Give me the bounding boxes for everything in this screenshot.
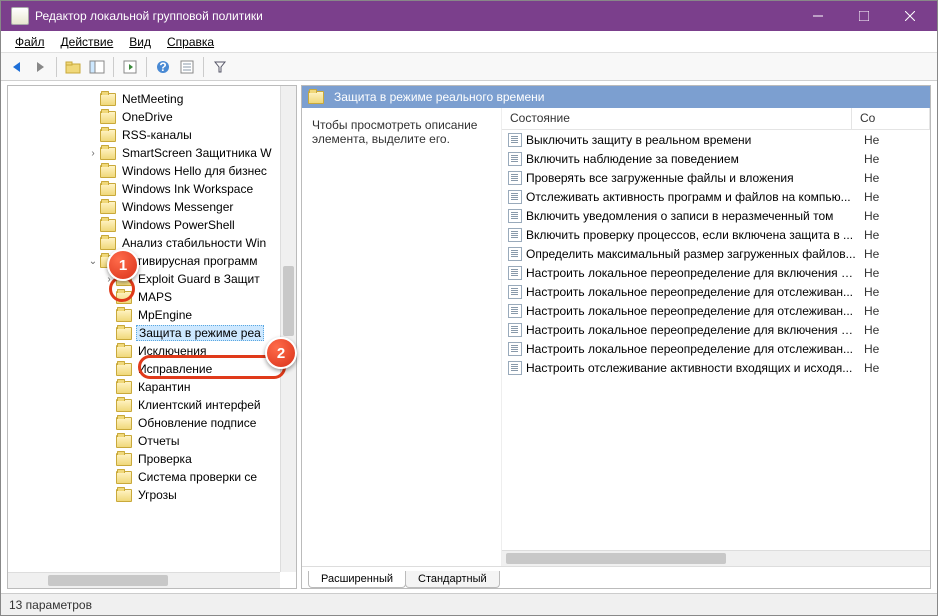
- policy-icon: [508, 266, 522, 280]
- status-bar: 13 параметров: [1, 593, 937, 615]
- tree-item[interactable]: Windows Ink Workspace: [8, 180, 296, 198]
- tree-pane[interactable]: NetMeetingOneDriveRSS-каналы›SmartScreen…: [7, 85, 297, 589]
- policy-icon: [508, 171, 522, 185]
- view-tabs: Расширенный Стандартный: [302, 566, 930, 588]
- column-state2[interactable]: Со: [852, 108, 930, 129]
- minimize-button[interactable]: [795, 1, 841, 31]
- list-item[interactable]: Проверять все загруженные файлы и вложен…: [502, 168, 930, 187]
- titlebar: Редактор локальной групповой политики: [1, 1, 937, 31]
- toolbar: ?: [1, 53, 937, 81]
- policy-icon: [508, 285, 522, 299]
- svg-text:?: ?: [159, 60, 166, 74]
- filter-button[interactable]: [209, 56, 231, 78]
- tree-item[interactable]: Исправление: [8, 360, 296, 378]
- status-text: 13 параметров: [9, 598, 92, 612]
- list-item[interactable]: Отслеживать активность программ и файлов…: [502, 187, 930, 206]
- list-item[interactable]: Настроить локальное переопределение для …: [502, 301, 930, 320]
- tree-item[interactable]: ⌄Антивирусная программ: [8, 252, 296, 270]
- list-item[interactable]: Настроить локальное переопределение для …: [502, 339, 930, 358]
- details-title: Защита в режиме реального времени: [334, 90, 544, 104]
- tree-item[interactable]: Клиентский интерфей: [8, 396, 296, 414]
- tree-item[interactable]: Защита в режиме реа: [8, 324, 296, 342]
- tree-item[interactable]: Windows PowerShell: [8, 216, 296, 234]
- policy-icon: [508, 323, 522, 337]
- list-item[interactable]: Настроить локальное переопределение для …: [502, 320, 930, 339]
- list-item[interactable]: Включить проверку процессов, если включе…: [502, 225, 930, 244]
- properties-button[interactable]: [176, 56, 198, 78]
- tree-item[interactable]: MpEngine: [8, 306, 296, 324]
- tree-item[interactable]: Исключения: [8, 342, 296, 360]
- app-icon: [11, 7, 29, 25]
- column-state[interactable]: Состояние: [502, 108, 852, 129]
- settings-list[interactable]: Состояние Со Выключить защиту в реальном…: [502, 108, 930, 566]
- policy-icon: [508, 361, 522, 375]
- tab-extended[interactable]: Расширенный: [308, 571, 406, 588]
- maximize-button[interactable]: [841, 1, 887, 31]
- annotation-callout-1: 1: [107, 249, 139, 281]
- tree-item[interactable]: ›Exploit Guard в Защит: [8, 270, 296, 288]
- menu-file[interactable]: Файл: [7, 33, 53, 51]
- folder-icon: [308, 91, 324, 104]
- menubar: Файл Действие Вид Справка: [1, 31, 937, 53]
- policy-icon: [508, 190, 522, 204]
- export-button[interactable]: [119, 56, 141, 78]
- list-item[interactable]: Настроить локальное переопределение для …: [502, 263, 930, 282]
- annotation-callout-2: 2: [265, 337, 297, 369]
- tree-vertical-scrollbar[interactable]: [280, 86, 296, 572]
- window-title: Редактор локальной групповой политики: [35, 9, 795, 23]
- tree-item[interactable]: RSS-каналы: [8, 126, 296, 144]
- description-panel: Чтобы просмотреть описание элемента, выд…: [302, 108, 502, 566]
- details-pane: Защита в режиме реального времени Чтобы …: [301, 85, 931, 589]
- list-item[interactable]: Включить наблюдение за поведениемНе: [502, 149, 930, 168]
- policy-icon: [508, 133, 522, 147]
- policy-icon: [508, 304, 522, 318]
- tree-item[interactable]: Обновление подписе: [8, 414, 296, 432]
- list-item[interactable]: Включить уведомления о записи в неразмеч…: [502, 206, 930, 225]
- tab-standard[interactable]: Стандартный: [405, 571, 500, 588]
- policy-icon: [508, 228, 522, 242]
- tree-horizontal-scrollbar[interactable]: [8, 572, 280, 588]
- policy-icon: [508, 247, 522, 261]
- list-item[interactable]: Настроить локальное переопределение для …: [502, 282, 930, 301]
- tree-item[interactable]: Анализ стабильности Win: [8, 234, 296, 252]
- tree-item[interactable]: ›SmartScreen Защитника W: [8, 144, 296, 162]
- policy-icon: [508, 209, 522, 223]
- show-tree-button[interactable]: [86, 56, 108, 78]
- folder-up-button[interactable]: [62, 56, 84, 78]
- tree-item[interactable]: Карантин: [8, 378, 296, 396]
- tree-item[interactable]: MAPS: [8, 288, 296, 306]
- tree-item[interactable]: Проверка: [8, 450, 296, 468]
- tree-item[interactable]: Отчеты: [8, 432, 296, 450]
- help-button[interactable]: ?: [152, 56, 174, 78]
- tree-item[interactable]: Windows Messenger: [8, 198, 296, 216]
- menu-view[interactable]: Вид: [121, 33, 159, 51]
- tree-item[interactable]: Windows Hello для бизнес: [8, 162, 296, 180]
- tree-item[interactable]: Система проверки се: [8, 468, 296, 486]
- list-item[interactable]: Определить максимальный размер загруженн…: [502, 244, 930, 263]
- list-item[interactable]: Настроить отслеживание активности входящ…: [502, 358, 930, 377]
- policy-icon: [508, 152, 522, 166]
- list-horizontal-scrollbar[interactable]: [502, 550, 930, 566]
- tree-item[interactable]: Угрозы: [8, 486, 296, 504]
- tree-item[interactable]: NetMeeting: [8, 90, 296, 108]
- menu-action[interactable]: Действие: [53, 33, 122, 51]
- back-button[interactable]: [5, 56, 27, 78]
- close-button[interactable]: [887, 1, 933, 31]
- tree-item[interactable]: OneDrive: [8, 108, 296, 126]
- policy-icon: [508, 342, 522, 356]
- details-header: Защита в режиме реального времени: [302, 86, 930, 108]
- list-item[interactable]: Выключить защиту в реальном времениНе: [502, 130, 930, 149]
- menu-help[interactable]: Справка: [159, 33, 222, 51]
- forward-button[interactable]: [29, 56, 51, 78]
